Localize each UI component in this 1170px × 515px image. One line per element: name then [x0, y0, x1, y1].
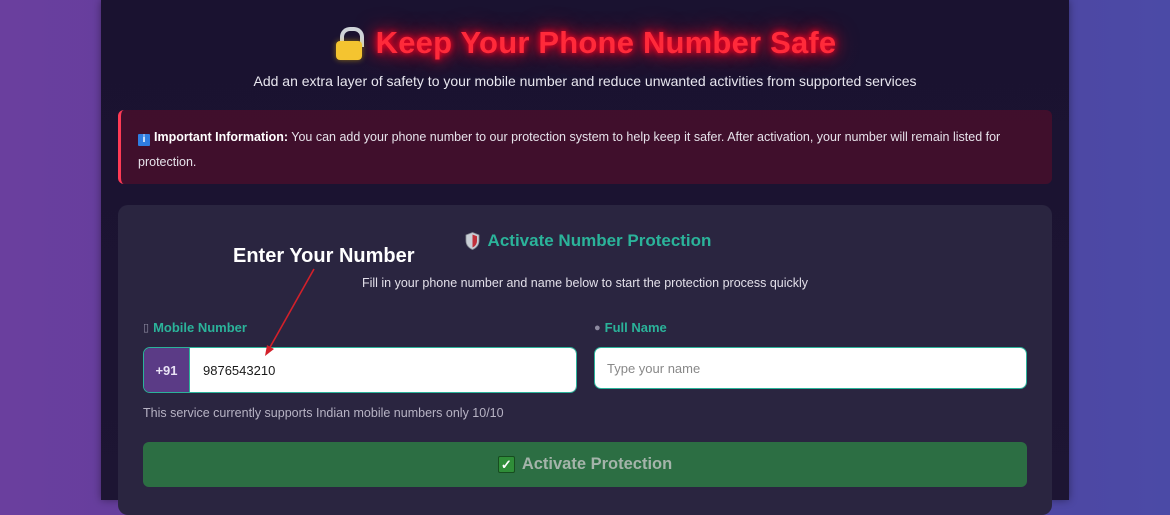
info-icon: i: [138, 134, 150, 146]
help-text: This service currently supports Indian m…: [143, 406, 504, 420]
page-title: Keep Your Phone Number Safe: [375, 25, 837, 60]
lock-icon: [334, 26, 364, 60]
annotation-arrow: [265, 268, 315, 356]
title-row: Keep Your Phone Number Safe: [101, 20, 1069, 66]
activate-protection-button[interactable]: ✓ Activate Protection: [143, 442, 1027, 487]
main-panel: Keep Your Phone Number Safe Add an extra…: [101, 0, 1069, 515]
check-icon: ✓: [497, 456, 515, 473]
page-subtitle: Add an extra layer of safety to your mob…: [253, 73, 917, 89]
info-box: i Important Information: You can add your…: [118, 110, 1052, 184]
activate-protection-label: Activate Protection: [521, 455, 673, 473]
protection-form-card: Activate Number Protection Fill in your …: [118, 205, 1052, 515]
info-label: Important Information:: [154, 130, 289, 144]
